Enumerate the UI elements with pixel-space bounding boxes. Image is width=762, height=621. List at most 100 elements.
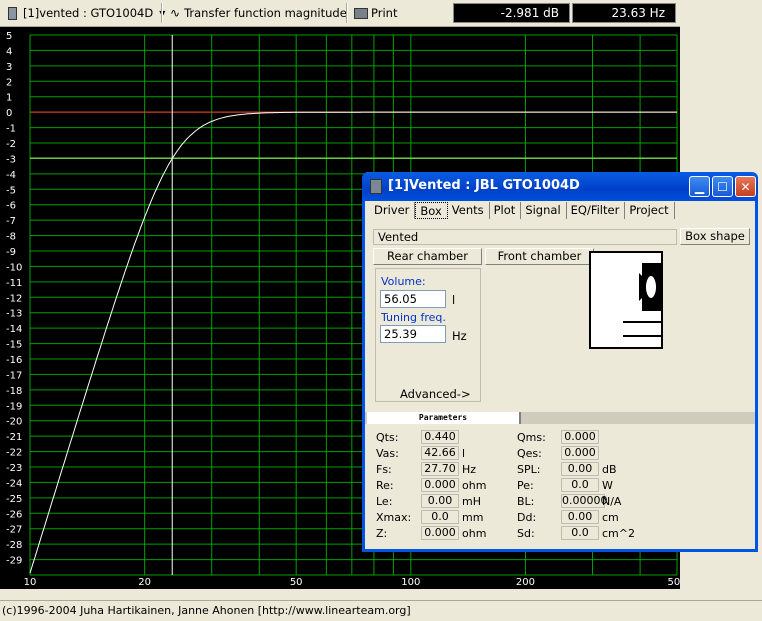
y-tick-label: -17 [6, 370, 22, 381]
view-dropdown[interactable]: ∿ Transfer function magnitude ▼ [170, 3, 367, 23]
param-label: Qms: [517, 431, 546, 444]
graph-bottom-border [0, 589, 680, 600]
y-tick-label: 3 [6, 62, 12, 73]
maximize-icon: ☐ [717, 179, 728, 194]
main-window: [1]vented : GTO1004D ▼ ∿ Transfer functi… [0, 0, 762, 621]
y-tick-label: 0 [6, 108, 12, 119]
y-tick-label: 2 [6, 77, 12, 88]
minimize-button[interactable]: ▁ [689, 176, 710, 197]
param-label: BL: [517, 495, 535, 508]
status-bar: (c)1996-2004 Juha Hartikainen, Janne Aho… [0, 600, 762, 621]
param-label: Fs: [376, 463, 392, 476]
x-tick-label: 100 [401, 577, 420, 588]
param-value: 42.66 [421, 446, 459, 460]
param-unit: N/A [602, 495, 622, 508]
param-label: Qes: [517, 447, 542, 460]
param-value: 0.000 [421, 478, 459, 492]
y-tick-label: -28 [6, 540, 22, 551]
x-tick-label: 10 [24, 577, 37, 588]
param-unit: l [462, 447, 466, 460]
y-tick-label: -9 [6, 247, 16, 258]
box-shape-button[interactable]: Box shape [680, 228, 750, 245]
rear-chamber-button[interactable]: Rear chamber [373, 248, 482, 265]
param-value: 0.440 [421, 430, 459, 444]
close-icon: ✕ [740, 179, 751, 194]
x-tick-label: 500 [667, 577, 680, 588]
param-label: Qts: [376, 431, 399, 444]
maximize-button[interactable]: ☐ [712, 176, 733, 197]
project-dropdown[interactable]: [1]vented : GTO1004D ▼ [8, 3, 165, 23]
param-label: Dd: [517, 511, 537, 524]
y-tick-label: 5 [6, 31, 12, 42]
box-name-field[interactable]: Vented [373, 229, 677, 245]
x-tick-label: 50 [290, 577, 303, 588]
tab-vents[interactable]: Vents [448, 202, 490, 219]
param-label: Vas: [376, 447, 399, 460]
box-diagram-image [589, 251, 663, 349]
toolbar: [1]vented : GTO1004D ▼ ∿ Transfer functi… [0, 0, 680, 27]
tab-plot[interactable]: Plot [490, 202, 522, 219]
param-unit: ohm [462, 527, 487, 540]
y-tick-label: -18 [6, 386, 22, 397]
tab-driver[interactable]: Driver [370, 202, 416, 219]
param-unit: cm^2 [602, 527, 635, 540]
y-tick-label: -21 [6, 432, 22, 443]
volume-label: Volume: [381, 275, 426, 288]
y-tick-label: -14 [6, 324, 22, 335]
y-tick-label: -6 [6, 201, 16, 212]
child-titlebar[interactable]: [1]Vented : JBL GTO1004D ▁ ☐ ✕ [362, 172, 758, 201]
param-label: Pe: [517, 479, 534, 492]
vented-box-window: [1]Vented : JBL GTO1004D ▁ ☐ ✕ Driver Bo… [362, 172, 758, 552]
param-unit: mH [462, 495, 481, 508]
param-label: SPL: [517, 463, 541, 476]
y-tick-label: 4 [6, 46, 12, 57]
param-label: Le: [376, 495, 393, 508]
tab-eq-filter[interactable]: EQ/Filter [567, 202, 626, 219]
waveform-icon: ∿ [170, 6, 181, 20]
param-label: Sd: [517, 527, 535, 540]
document-icon [370, 179, 382, 194]
x-tick-label: 20 [138, 577, 151, 588]
y-tick-label: -13 [6, 309, 22, 320]
tab-box[interactable]: Box [415, 202, 448, 219]
front-chamber-button[interactable]: Front chamber [485, 248, 594, 265]
param-value: 27.70 [421, 462, 459, 476]
minimize-icon: ▁ [694, 179, 705, 194]
param-value: 0.00000 [561, 494, 608, 508]
print-button[interactable]: Print [354, 3, 397, 23]
param-unit: Hz [462, 463, 477, 476]
close-button[interactable]: ✕ [735, 176, 756, 197]
y-tick-label: -27 [6, 525, 22, 536]
y-tick-label: -1 [6, 124, 16, 135]
y-tick-label: -16 [6, 355, 22, 366]
chamber-panel: Volume: 56.05 l Tuning freq. 25.39 Hz Ad… [375, 268, 481, 402]
y-tick-label: -24 [6, 478, 22, 489]
y-tick-label: -3 [6, 154, 16, 165]
param-value: 0.00 [561, 510, 599, 524]
toolbar-separator [161, 3, 163, 23]
tab-project[interactable]: Project [625, 202, 675, 219]
y-tick-label: -15 [6, 340, 22, 351]
param-value: 0.000 [561, 446, 599, 460]
readout-hz: 23.63 Hz [572, 3, 676, 23]
tuning-input[interactable]: 25.39 [380, 325, 446, 343]
y-tick-label: -25 [6, 494, 22, 505]
volume-input[interactable]: 56.05 [380, 290, 446, 308]
volume-unit: l [452, 293, 456, 307]
y-tick-label: -2 [6, 139, 16, 150]
y-tick-label: 1 [6, 93, 12, 104]
tab-signal[interactable]: Signal [521, 202, 567, 219]
view-label: Transfer function magnitude [184, 6, 347, 20]
param-unit: ohm [462, 479, 487, 492]
param-value: 0.000 [561, 430, 599, 444]
y-tick-label: -5 [6, 185, 16, 196]
y-tick-label: -20 [6, 417, 22, 428]
param-value: 0.00 [561, 462, 599, 476]
project-label: [1]vented : GTO1004D [23, 6, 154, 20]
param-unit: dB [602, 463, 617, 476]
x-tick-label: 200 [516, 577, 535, 588]
advanced-button[interactable]: Advanced-> [400, 387, 471, 401]
y-tick-label: -10 [6, 262, 22, 273]
parameters-tab[interactable]: Parameters [367, 412, 521, 424]
param-value: 0.0 [561, 526, 599, 540]
